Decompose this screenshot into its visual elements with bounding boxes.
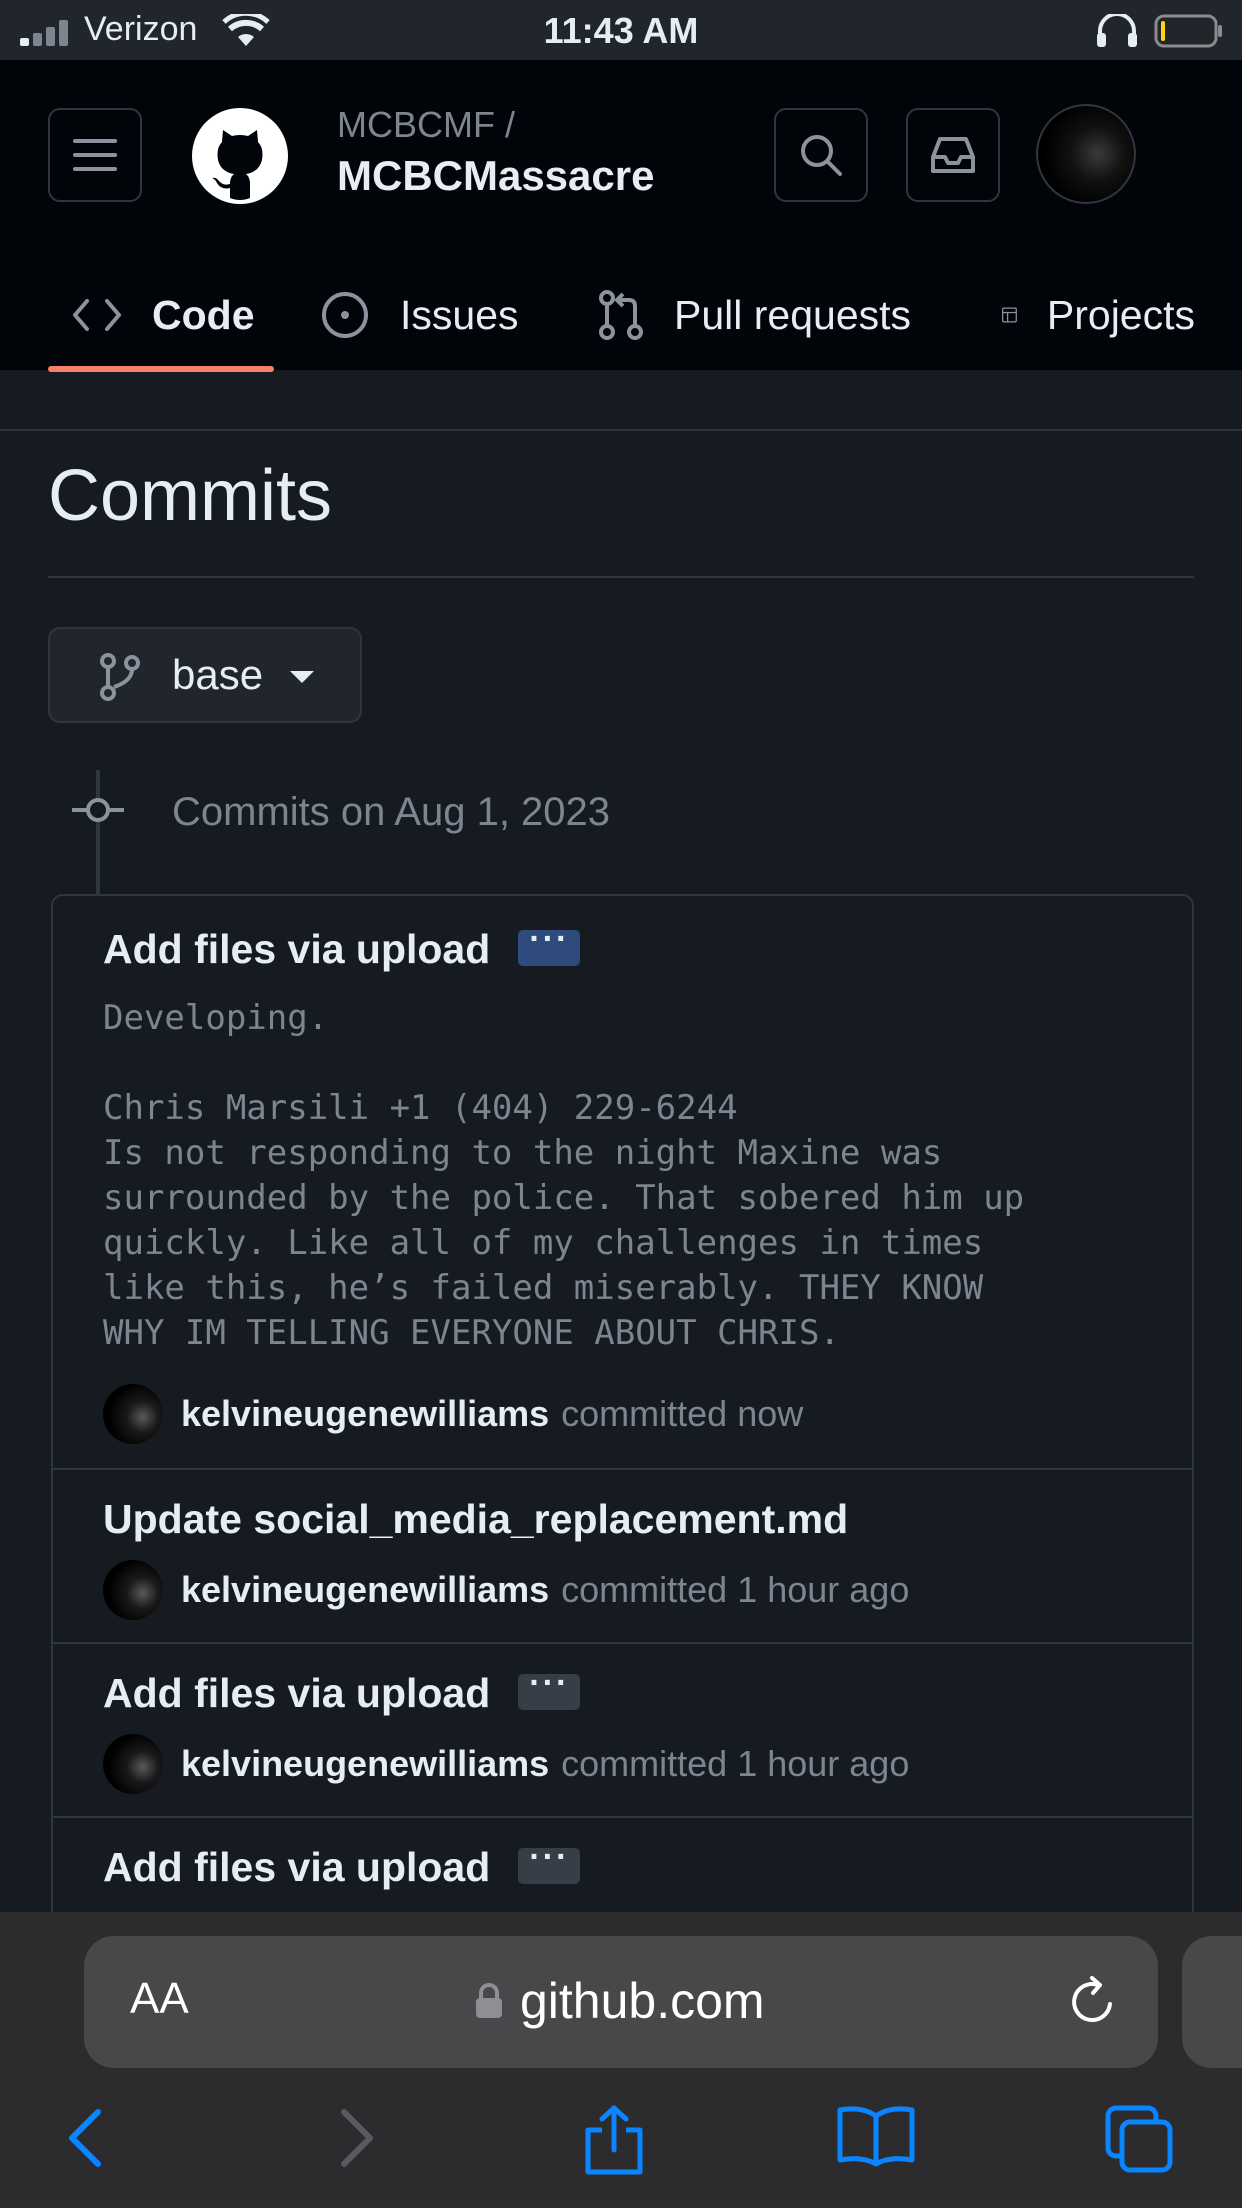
- forward-icon[interactable]: [330, 2104, 380, 2172]
- commit-title-row: Add files via upload ···: [103, 920, 581, 973]
- tab-pull-requests-label: Pull requests: [674, 291, 912, 338]
- ellipsis-icon: ···: [529, 920, 570, 959]
- tabs-icon[interactable]: [1104, 2104, 1174, 2174]
- share-icon[interactable]: [582, 2104, 646, 2176]
- chevron-down-icon: [290, 671, 314, 683]
- repo-name[interactable]: MCBCMassacre: [337, 152, 654, 200]
- commit-title[interactable]: Add files via upload: [103, 1670, 490, 1716]
- menu-icon: [73, 139, 117, 171]
- commit-meta: kelvineugenewilliams committed 1 hour ag…: [103, 1560, 909, 1620]
- header-divider: [0, 429, 1242, 431]
- commit-message-body: Developing. Chris Marsili +1 (404) 229-6…: [103, 998, 1025, 1353]
- divider: [48, 576, 1194, 578]
- reload-icon[interactable]: [1066, 1974, 1118, 2028]
- commit-group-date: Commits on Aug 1, 2023: [172, 790, 611, 834]
- selected-tab-indicator: [48, 366, 274, 372]
- issue-icon: [322, 292, 368, 338]
- inbox-icon: [931, 137, 975, 173]
- avatar[interactable]: [103, 1384, 163, 1444]
- battery-icon: [1154, 14, 1222, 48]
- branch-name: base: [172, 651, 264, 698]
- github-header: MCBCMF / MCBCMassacre Code Issues Pull r…: [0, 60, 1242, 431]
- headphones-icon: [1097, 14, 1137, 47]
- branch-selector[interactable]: base: [48, 627, 362, 723]
- tab-issues[interactable]: Issues: [320, 260, 519, 370]
- ellipsis-icon: ···: [529, 1838, 570, 1877]
- commit-title-row: Update social_media_replacement.md: [103, 1496, 848, 1543]
- git-branch-icon: [100, 653, 140, 701]
- commit-item[interactable]: Update social_media_replacement.md kelvi…: [53, 1470, 1192, 1644]
- commit-title[interactable]: Add files via upload: [103, 926, 490, 972]
- code-icon: [73, 299, 121, 331]
- commit-meta: kelvineugenewilliams committed now: [103, 1384, 803, 1444]
- ellipsis-icon: ···: [529, 1664, 570, 1703]
- status-bar: Verizon 11:43 AM: [0, 0, 1242, 60]
- repo-tabs: Code Issues Pull requests Projects: [0, 260, 1242, 370]
- tab-code[interactable]: Code: [72, 260, 255, 370]
- avatar[interactable]: [1036, 104, 1136, 204]
- search-icon: [801, 135, 842, 176]
- bookmarks-icon[interactable]: [836, 2104, 916, 2168]
- commit-author[interactable]: kelvineugenewilliams: [181, 1569, 549, 1611]
- commit-time: committed 1 hour ago: [561, 1743, 910, 1784]
- page-title: Commits: [48, 456, 332, 536]
- expand-message-button[interactable]: ···: [518, 920, 581, 967]
- commit-title-row: Add files via upload ···: [103, 1838, 581, 1891]
- tab-projects[interactable]: Projects: [1002, 260, 1195, 370]
- search-button[interactable]: [774, 108, 868, 202]
- text-size-button[interactable]: AA: [130, 1974, 189, 2024]
- pull-request-icon: [599, 290, 643, 340]
- safari-toolbar: AA github.com: [0, 1912, 1242, 2208]
- back-icon[interactable]: [62, 2104, 112, 2172]
- repo-owner[interactable]: MCBCMF /: [337, 104, 515, 146]
- url-text[interactable]: github.com: [520, 1972, 765, 2030]
- tab-projects-label: Projects: [1046, 291, 1195, 338]
- menu-button[interactable]: [48, 108, 142, 202]
- next-tab-preview[interactable]: [1182, 1936, 1242, 2068]
- expand-message-button[interactable]: ···: [518, 1664, 581, 1711]
- github-logo[interactable]: [192, 108, 288, 204]
- timeline-line: [96, 770, 100, 895]
- commit-title[interactable]: Add files via upload: [103, 1844, 490, 1890]
- tab-code-label: Code: [152, 291, 255, 338]
- commit-author[interactable]: kelvineugenewilliams: [181, 1393, 549, 1435]
- commit-item[interactable]: Add files via upload ···: [53, 1818, 1192, 1914]
- commit-node-icon: [72, 798, 124, 822]
- tab-pull-requests[interactable]: Pull requests: [598, 260, 911, 370]
- commit-list: Add files via upload ··· Developing. Chri…: [51, 894, 1194, 1914]
- lock-icon: [476, 1983, 502, 2018]
- expand-message-button[interactable]: ···: [518, 1838, 581, 1885]
- address-bar[interactable]: AA github.com: [84, 1936, 1158, 2068]
- commit-time: committed now: [561, 1393, 804, 1434]
- commit-item[interactable]: Add files via upload ··· kelvineugenewill…: [53, 1644, 1192, 1818]
- avatar[interactable]: [103, 1734, 163, 1794]
- table-icon: [1002, 307, 1017, 323]
- commit-item[interactable]: Add files via upload ··· Developing. Chri…: [53, 896, 1192, 1470]
- tab-issues-label: Issues: [400, 291, 519, 338]
- commit-author[interactable]: kelvineugenewilliams: [181, 1743, 549, 1785]
- avatar[interactable]: [103, 1560, 163, 1620]
- commit-title[interactable]: Update social_media_replacement.md: [103, 1496, 848, 1542]
- inbox-button[interactable]: [906, 108, 1000, 202]
- commit-title-row: Add files via upload ···: [103, 1664, 581, 1717]
- commit-meta: kelvineugenewilliams committed 1 hour ag…: [103, 1734, 909, 1794]
- clock: 11:43 AM: [543, 10, 699, 51]
- commit-time: committed 1 hour ago: [561, 1569, 910, 1610]
